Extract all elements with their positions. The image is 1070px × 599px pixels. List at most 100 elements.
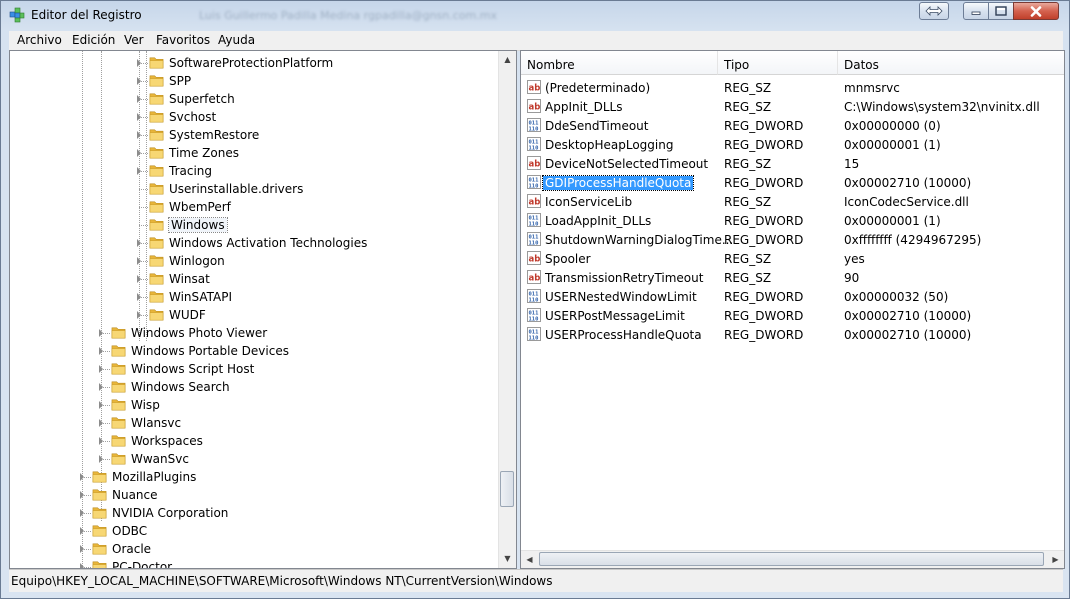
expand-arrow-icon[interactable] (137, 149, 141, 157)
expand-arrow-icon[interactable] (99, 401, 103, 409)
column-header-nombre[interactable]: Nombre (521, 51, 718, 75)
value-row[interactable]: ab (Predeterminado) REG_SZ mnmsrvc (525, 78, 1045, 97)
expand-arrow-icon[interactable] (137, 131, 141, 139)
value-type: REG_DWORD (724, 290, 804, 304)
expand-arrow-icon[interactable] (137, 275, 141, 283)
title-bar[interactable]: Editor del Registro Luis Guillermo Padil… (1, 1, 1069, 31)
value-name: TransmissionRetryTimeout (545, 271, 704, 285)
expand-arrow-icon[interactable] (99, 347, 103, 355)
menu-edicion[interactable]: Edición (72, 33, 115, 47)
menu-ver[interactable]: Ver (124, 33, 144, 47)
tree-item[interactable]: Windows Activation Technologies (10, 234, 498, 252)
folder-icon (149, 109, 164, 124)
value-row[interactable]: ab DeviceNotSelectedTimeout REG_SZ 15 (525, 154, 1045, 173)
expand-arrow-icon[interactable] (137, 95, 141, 103)
close-button[interactable] (1013, 2, 1059, 20)
tree-item[interactable]: ODBC (10, 522, 498, 540)
value-row[interactable]: 011 110 DdeSendTimeout REG_DWORD 0x00000000 … (525, 116, 1045, 135)
value-row[interactable]: ab IconServiceLib REG_SZ IconCodecService.d… (525, 192, 1045, 211)
list-scroll-thumb[interactable] (539, 552, 1044, 566)
svg-text:ab: ab (529, 255, 541, 265)
value-row[interactable]: 011 110 DesktopHeapLogging REG_DWORD 0x00000… (525, 135, 1045, 154)
tree-item[interactable]: Wisp (10, 396, 498, 414)
tree-item-label: SPP (169, 74, 192, 88)
tree-item[interactable]: Windows Photo Viewer (10, 324, 498, 342)
tree-item[interactable]: Windows (10, 216, 498, 234)
minimize-button[interactable] (963, 2, 989, 20)
tree-item[interactable]: Time Zones (10, 144, 498, 162)
value-row[interactable]: 011 110 GDIProcessHandleQuota REG_DWORD 0x00… (525, 173, 1045, 192)
tree-item[interactable]: SoftwareProtectionPlatform (10, 54, 498, 72)
column-header-datos[interactable]: Datos (838, 51, 1064, 75)
tree-item[interactable]: Superfetch (10, 90, 498, 108)
string-value-icon: ab (527, 80, 541, 94)
value-row[interactable]: 011 110 ShutdownWarningDialogTime... REG_DW… (525, 230, 1045, 249)
expand-arrow-icon[interactable] (137, 167, 141, 175)
scroll-right-arrow-icon[interactable]: ▶ (1047, 551, 1064, 568)
value-row[interactable]: ab AppInit_DLLs REG_SZ C:\Windows\system32\… (525, 97, 1045, 116)
tree-item[interactable]: Windows Search (10, 378, 498, 396)
tree-connector-line (139, 189, 148, 190)
expand-arrow-icon[interactable] (137, 113, 141, 121)
expand-arrow-icon[interactable] (137, 311, 141, 319)
value-row[interactable]: ab Spooler REG_SZ yes (525, 249, 1045, 268)
maximize-button[interactable] (988, 2, 1014, 20)
tree-vertical-scrollbar[interactable]: ▲ ▼ (498, 51, 516, 568)
tree-item[interactable]: Workspaces (10, 432, 498, 450)
tree-item[interactable]: SPP (10, 72, 498, 90)
svg-text:110: 110 (529, 145, 539, 151)
scroll-left-arrow-icon[interactable]: ◀ (521, 551, 538, 568)
value-row[interactable]: ab TransmissionRetryTimeout REG_SZ 90 (525, 268, 1045, 287)
scroll-up-arrow-icon[interactable]: ▲ (499, 51, 516, 68)
tree-item[interactable]: Winlogon (10, 252, 498, 270)
tree-item[interactable]: Nuance (10, 486, 498, 504)
expand-arrow-icon[interactable] (137, 77, 141, 85)
scroll-down-arrow-icon[interactable]: ▼ (499, 550, 516, 567)
expand-arrow-icon[interactable] (99, 329, 103, 337)
menu-ayuda[interactable]: Ayuda (218, 33, 255, 47)
expand-arrow-icon[interactable] (99, 437, 103, 445)
value-row[interactable]: 011 110 USERProcessHandleQuota REG_DWORD 0x0… (525, 325, 1045, 344)
tree-item[interactable]: SystemRestore (10, 126, 498, 144)
tree-item[interactable]: Wlansvc (10, 414, 498, 432)
menu-archivo[interactable]: Archivo (17, 33, 62, 47)
expand-arrow-icon[interactable] (137, 293, 141, 301)
tree-item[interactable]: MozillaPlugins (10, 468, 498, 486)
values-list-pane[interactable]: Nombre Tipo Datos ab (Predeterminado) REG_… (520, 50, 1065, 569)
tree-item[interactable]: Userinstallable.drivers (10, 180, 498, 198)
expand-arrow-icon[interactable] (99, 455, 103, 463)
expand-arrow-icon[interactable] (137, 239, 141, 247)
tree-item[interactable]: Tracing (10, 162, 498, 180)
expand-arrow-icon[interactable] (99, 419, 103, 427)
expand-arrow-icon[interactable] (99, 365, 103, 373)
list-horizontal-scrollbar[interactable]: ◀ ▶ (521, 550, 1064, 568)
value-type: REG_SZ (724, 271, 772, 285)
expand-arrow-icon[interactable] (80, 491, 84, 499)
tree-scroll-thumb[interactable] (500, 471, 514, 507)
expand-arrow-icon[interactable] (80, 473, 84, 481)
tree-item[interactable]: WbemPerf (10, 198, 498, 216)
switch-window-button[interactable] (919, 2, 949, 20)
tree-item[interactable]: Oracle (10, 540, 498, 558)
tree-item[interactable]: PC-Doctor (10, 558, 498, 568)
expand-arrow-icon[interactable] (80, 509, 84, 517)
expand-arrow-icon[interactable] (137, 59, 141, 67)
key-tree-pane[interactable]: SoftwareProtectionPlatform SPP Superfetch S… (9, 50, 517, 569)
column-header-tipo[interactable]: Tipo (718, 51, 838, 75)
expand-arrow-icon[interactable] (137, 257, 141, 265)
expand-arrow-icon[interactable] (80, 527, 84, 535)
value-row[interactable]: 011 110 USERPostMessageLimit REG_DWORD 0x000… (525, 306, 1045, 325)
tree-item[interactable]: Svchost (10, 108, 498, 126)
menu-favoritos[interactable]: Favoritos (156, 33, 210, 47)
tree-item[interactable]: WinSATAPI (10, 288, 498, 306)
expand-arrow-icon[interactable] (80, 545, 84, 553)
tree-item[interactable]: Windows Portable Devices (10, 342, 498, 360)
tree-item[interactable]: NVIDIA Corporation (10, 504, 498, 522)
value-row[interactable]: 011 110 LoadAppInit_DLLs REG_DWORD 0x0000000… (525, 211, 1045, 230)
tree-item[interactable]: Windows Script Host (10, 360, 498, 378)
tree-item[interactable]: WwanSvc (10, 450, 498, 468)
tree-item[interactable]: WUDF (10, 306, 498, 324)
value-row[interactable]: 011 110 USERNestedWindowLimit REG_DWORD 0x00… (525, 287, 1045, 306)
tree-item[interactable]: Winsat (10, 270, 498, 288)
expand-arrow-icon[interactable] (99, 383, 103, 391)
